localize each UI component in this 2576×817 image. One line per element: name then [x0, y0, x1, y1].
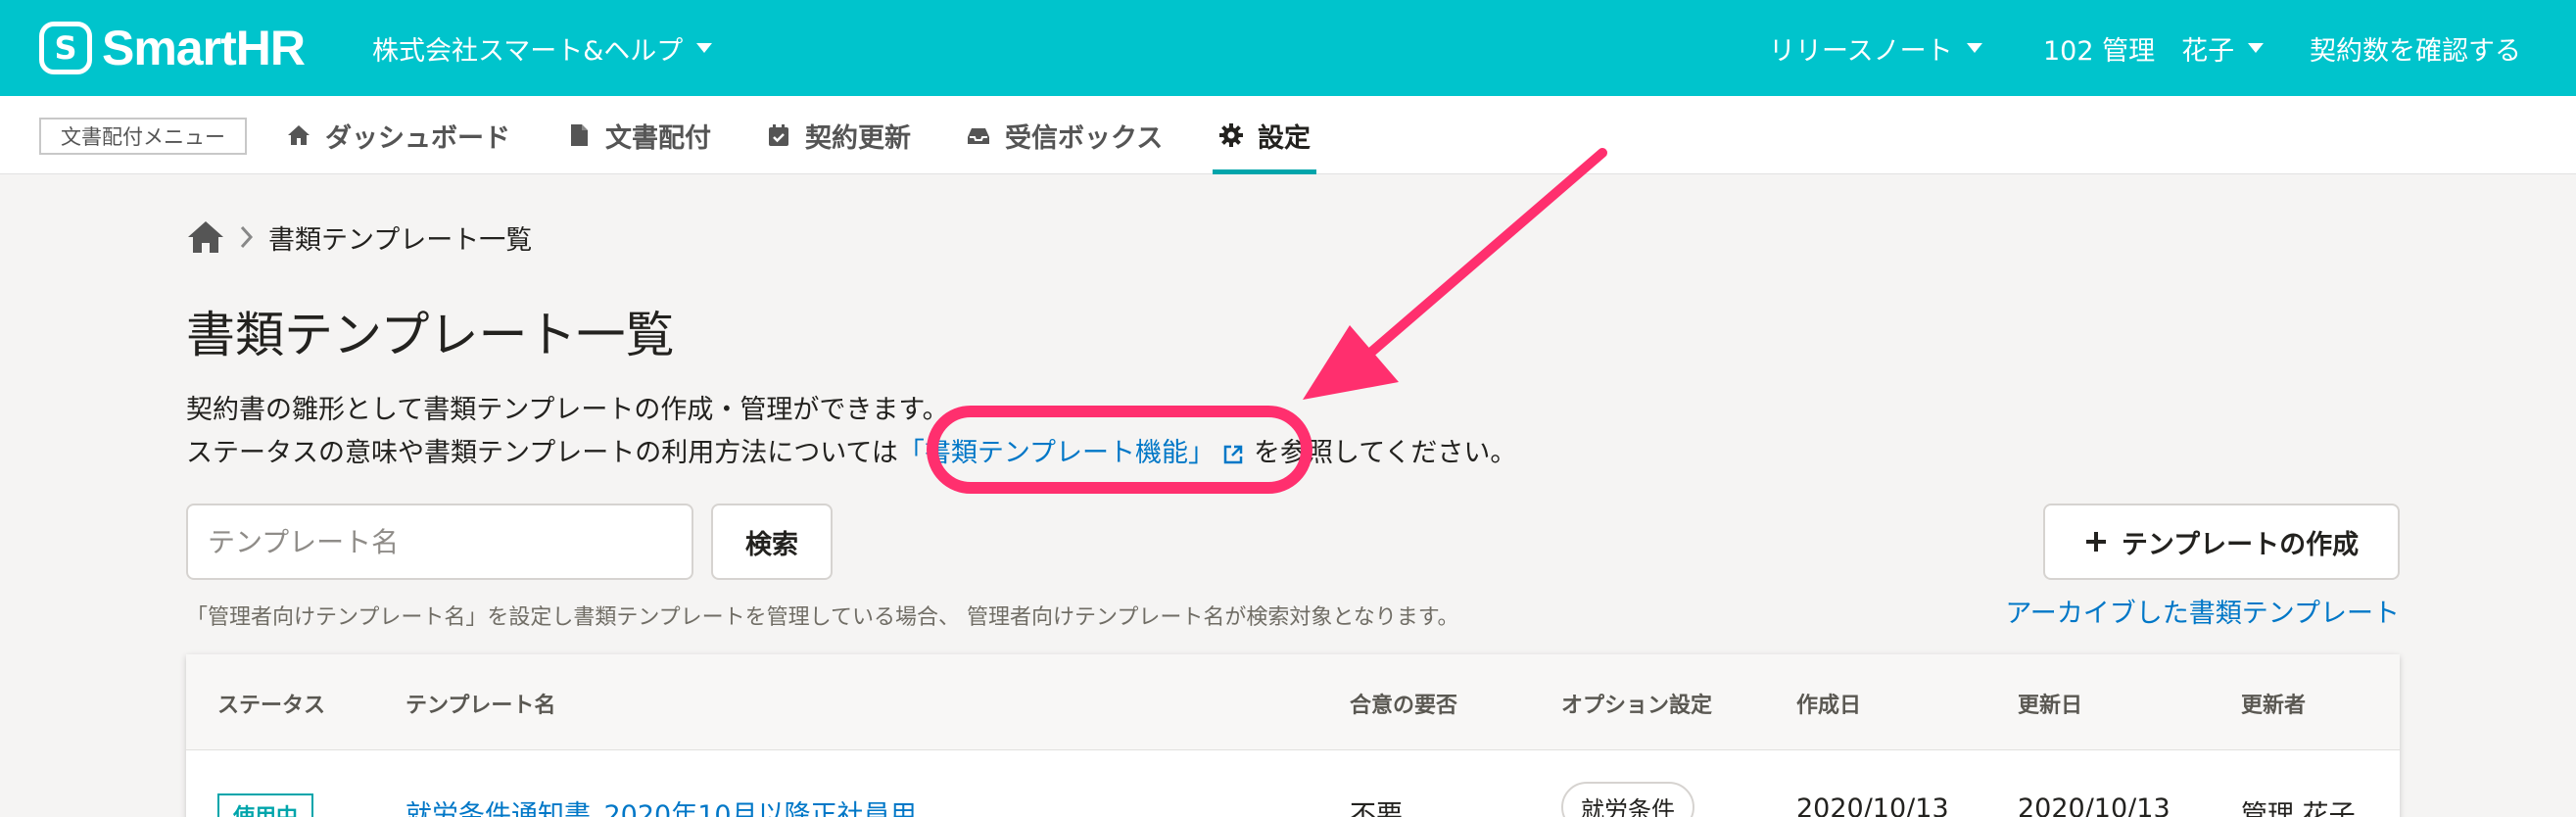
annotation-highlight-ellipse: [927, 406, 1312, 494]
annotation-arrow: [1303, 148, 1607, 400]
